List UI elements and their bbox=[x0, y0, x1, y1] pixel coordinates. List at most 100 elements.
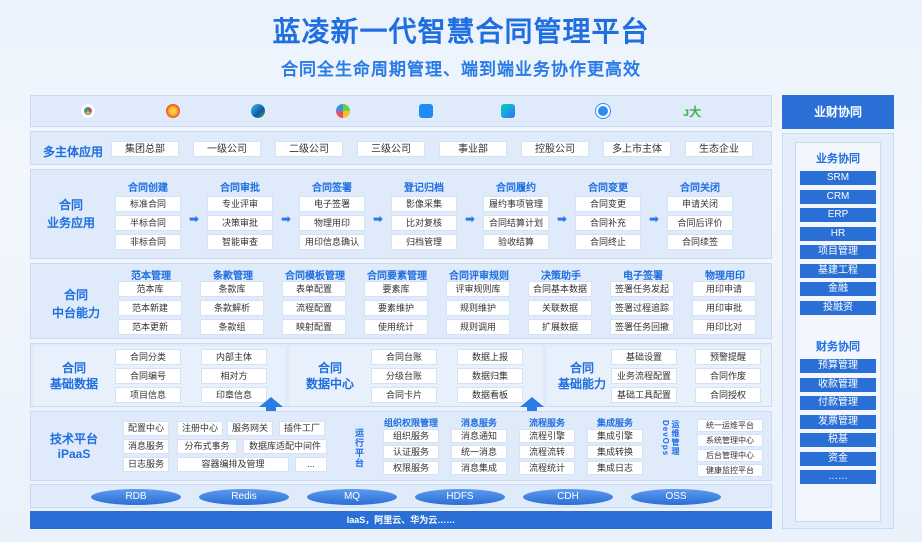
finance-collab-item[interactable]: 预算管理 bbox=[800, 359, 876, 373]
runtime-item[interactable]: 统一消息 bbox=[451, 445, 507, 459]
ability-item[interactable]: 表单配置 bbox=[282, 281, 346, 297]
runtime-item[interactable]: 组织服务 bbox=[383, 429, 439, 443]
tech-item[interactable]: 注册中心 bbox=[177, 421, 223, 436]
ops-item[interactable]: 后台管理中心 bbox=[697, 449, 763, 462]
ability-item[interactable]: 用印申请 bbox=[692, 281, 756, 297]
ability-item[interactable]: 要素库 bbox=[364, 281, 428, 297]
data-item[interactable]: 合同台账 bbox=[371, 349, 437, 365]
entity-box[interactable]: 三级公司 bbox=[357, 141, 425, 157]
business-collab-item[interactable]: ERP bbox=[800, 208, 876, 222]
data-item[interactable]: 相对方 bbox=[201, 368, 267, 384]
runtime-item[interactable]: 流程统计 bbox=[519, 461, 575, 475]
stage-item[interactable]: 归档管理 bbox=[391, 234, 457, 250]
stage-item[interactable]: 申请关闭 bbox=[667, 196, 733, 212]
ability-item[interactable]: 评审规则库 bbox=[446, 281, 510, 297]
entity-box[interactable]: 生态企业 bbox=[685, 141, 753, 157]
ability-item[interactable]: 签署任务发起 bbox=[610, 281, 674, 297]
tech-item[interactable]: 数据库适配中间件 bbox=[243, 439, 327, 454]
stage-item[interactable]: 合同后评价 bbox=[667, 215, 733, 231]
stage-item[interactable]: 电子签署 bbox=[299, 196, 365, 212]
stage-item[interactable]: 标准合同 bbox=[115, 196, 181, 212]
data-item[interactable]: 数据归集 bbox=[457, 368, 523, 384]
stage-item[interactable]: 智能审查 bbox=[207, 234, 273, 250]
business-collab-item[interactable]: HR bbox=[800, 226, 876, 241]
stage-item[interactable]: 比对复核 bbox=[391, 215, 457, 231]
business-collab-item[interactable]: SRM bbox=[800, 171, 876, 185]
tech-item[interactable]: 消息服务 bbox=[123, 439, 169, 454]
entity-box[interactable]: 控股公司 bbox=[521, 141, 589, 157]
ability-item[interactable]: 流程配置 bbox=[282, 300, 346, 316]
ability-item[interactable]: 签署过程追踪 bbox=[610, 300, 674, 316]
data-item[interactable]: 合同分类 bbox=[115, 349, 181, 365]
data-item[interactable]: 项目信息 bbox=[115, 387, 181, 403]
data-item[interactable]: 合同作废 bbox=[695, 368, 761, 384]
runtime-item[interactable]: 集成引擎 bbox=[587, 429, 643, 443]
tech-item[interactable]: 插件工厂 bbox=[279, 421, 325, 436]
stage-item[interactable]: 验收结算 bbox=[483, 234, 549, 250]
stage-item[interactable]: 半标合同 bbox=[115, 215, 181, 231]
stage-item[interactable]: 物理用印 bbox=[299, 215, 365, 231]
stage-item[interactable]: 履约事项管理 bbox=[483, 196, 549, 212]
ability-item[interactable]: 用印审批 bbox=[692, 300, 756, 316]
data-item[interactable]: 数据上报 bbox=[457, 349, 523, 365]
stage-item[interactable]: 合同变更 bbox=[575, 196, 641, 212]
runtime-item[interactable]: 集成日志 bbox=[587, 461, 643, 475]
runtime-item[interactable]: 权限服务 bbox=[383, 461, 439, 475]
entity-box[interactable]: 事业部 bbox=[439, 141, 507, 157]
ability-item[interactable]: 规则维护 bbox=[446, 300, 510, 316]
runtime-item[interactable]: 集成转换 bbox=[587, 445, 643, 459]
data-item[interactable]: 分级台账 bbox=[371, 368, 437, 384]
ability-item[interactable]: 合同基本数据 bbox=[528, 281, 592, 297]
ability-item[interactable]: 条款库 bbox=[200, 281, 264, 297]
data-item[interactable]: 合同卡片 bbox=[371, 387, 437, 403]
stage-item[interactable]: 非标合同 bbox=[115, 234, 181, 250]
stage-item[interactable]: 合同终止 bbox=[575, 234, 641, 250]
ops-item[interactable]: 统一运维平台 bbox=[697, 419, 763, 432]
ability-item[interactable]: 范本库 bbox=[118, 281, 182, 297]
runtime-item[interactable]: 流程引擎 bbox=[519, 429, 575, 443]
business-collab-item[interactable]: 基建工程 bbox=[800, 263, 876, 278]
stage-item[interactable]: 影像采集 bbox=[391, 196, 457, 212]
stage-item[interactable]: 合同结算计划 bbox=[483, 215, 549, 231]
tech-item[interactable]: ... bbox=[295, 457, 327, 472]
ability-item[interactable]: 使用统计 bbox=[364, 319, 428, 335]
business-collab-item[interactable]: 金融 bbox=[800, 282, 876, 296]
entity-box[interactable]: 一级公司 bbox=[193, 141, 261, 157]
tech-item[interactable]: 服务网关 bbox=[227, 421, 273, 436]
data-item[interactable]: 合同编号 bbox=[115, 368, 181, 384]
ability-item[interactable]: 用印比对 bbox=[692, 319, 756, 335]
data-item[interactable]: 基础设置 bbox=[611, 349, 677, 365]
ops-item[interactable]: 健康监控平台 bbox=[697, 464, 763, 477]
ability-item[interactable]: 范本新建 bbox=[118, 300, 182, 316]
entity-box[interactable]: 多上市主体 bbox=[603, 141, 671, 157]
finance-collab-item[interactable]: 税基 bbox=[800, 433, 876, 447]
ability-item[interactable]: 条款组 bbox=[200, 319, 264, 335]
data-item[interactable]: 业务流程配置 bbox=[611, 368, 677, 384]
finance-collab-item[interactable]: 收款管理 bbox=[800, 377, 876, 392]
data-item[interactable]: 基础工具配置 bbox=[611, 387, 677, 403]
ability-item[interactable]: 要素维护 bbox=[364, 300, 428, 316]
entity-box[interactable]: 集团总部 bbox=[111, 141, 179, 157]
runtime-item[interactable]: 流程流转 bbox=[519, 445, 575, 459]
ability-item[interactable]: 条款解析 bbox=[200, 300, 264, 316]
business-collab-item[interactable]: 投融资 bbox=[800, 300, 876, 315]
finance-collab-item[interactable]: 付款管理 bbox=[800, 396, 876, 410]
ability-item[interactable]: 签署任务回撤 bbox=[610, 319, 674, 335]
ability-item[interactable]: 关联数据 bbox=[528, 300, 592, 316]
tech-item[interactable]: 配置中心 bbox=[123, 421, 169, 436]
ability-item[interactable]: 扩展数据 bbox=[528, 319, 592, 335]
ability-item[interactable]: 规则调用 bbox=[446, 319, 510, 335]
stage-item[interactable]: 合同补充 bbox=[575, 215, 641, 231]
stage-item[interactable]: 用印信息确认 bbox=[299, 234, 365, 250]
stage-item[interactable]: 合同续签 bbox=[667, 234, 733, 250]
stage-item[interactable]: 决策审批 bbox=[207, 215, 273, 231]
data-item[interactable]: 数据看板 bbox=[457, 387, 523, 403]
tech-item[interactable]: 容器编排及管理 bbox=[177, 457, 289, 472]
ability-item[interactable]: 映射配置 bbox=[282, 319, 346, 335]
business-collab-item[interactable]: CRM bbox=[800, 189, 876, 204]
data-item[interactable]: 预警提醒 bbox=[695, 349, 761, 365]
data-item[interactable]: 印章信息 bbox=[201, 387, 267, 403]
finance-collab-item[interactable]: 发票管理 bbox=[800, 414, 876, 429]
tech-item[interactable]: 分布式事务 bbox=[177, 439, 237, 454]
finance-collab-item[interactable]: …… bbox=[800, 470, 876, 484]
